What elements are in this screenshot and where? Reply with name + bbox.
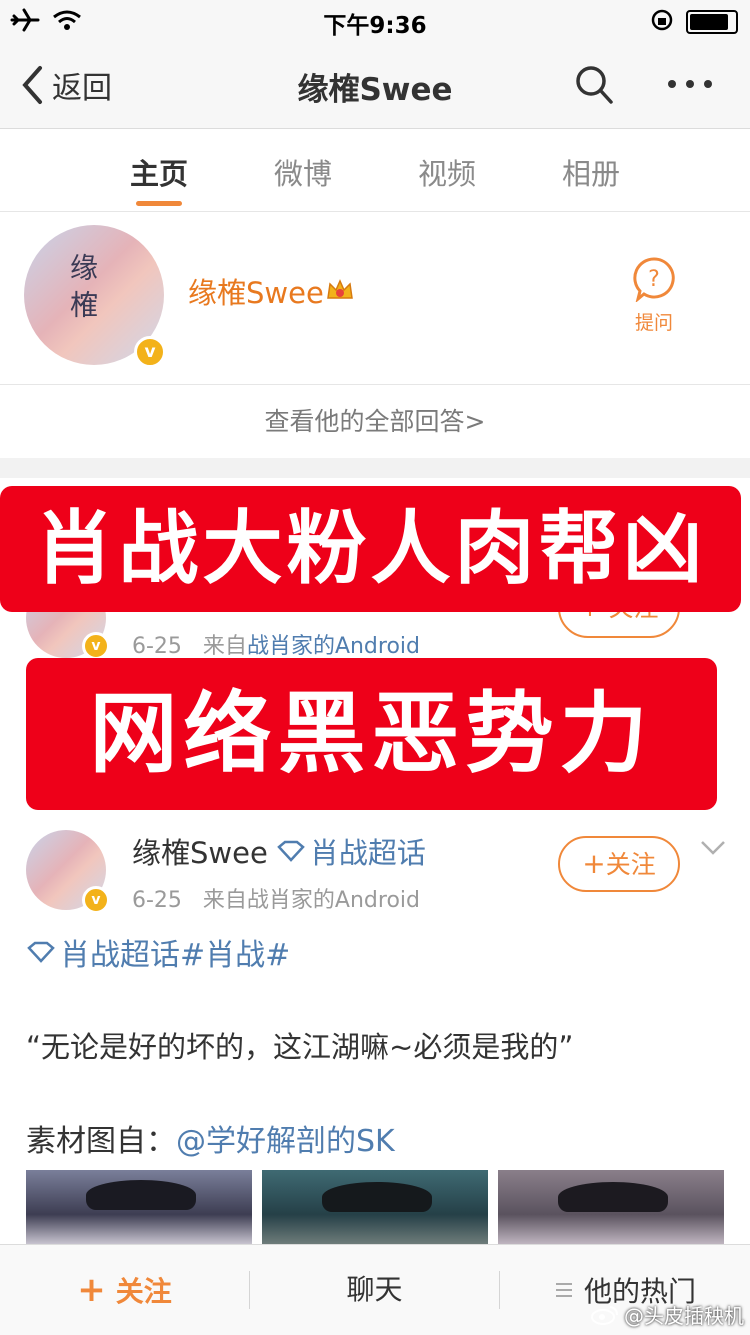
post2-meta: 6-25 来自战肖家的Android xyxy=(132,882,420,914)
bottom-follow-button[interactable]: + 关注 xyxy=(0,1245,249,1335)
post2-credit-user[interactable]: @学好解剖的SK xyxy=(176,1124,395,1159)
post2-credit: 素材图自：@学好解剖的SK xyxy=(26,1116,395,1160)
watermark-text: @头皮插秧机 xyxy=(624,1304,744,1328)
supertopic-diamond-icon xyxy=(27,941,55,963)
tab-video[interactable]: 视频 xyxy=(418,151,476,193)
tab-weibo[interactable]: 微博 xyxy=(274,151,332,193)
tab-album-label: 相册 xyxy=(562,157,621,191)
weibo-logo-icon xyxy=(591,1305,618,1325)
verified-badge: v xyxy=(134,336,166,368)
post2-follow-button[interactable]: +关注 xyxy=(558,836,680,892)
post2-tag-line[interactable]: 肖战超话#肖战# xyxy=(26,930,290,974)
post2-quote: “无论是好的坏的，这江湖嘛~必须是我的” xyxy=(26,1030,574,1064)
post2-date: 6-25 xyxy=(132,888,182,913)
profile-card: 缘 榷 v 缘榷Swee ? 提问 xyxy=(0,212,750,385)
post2-source: 来自战肖家的Android xyxy=(202,888,420,913)
menu-lines-icon xyxy=(555,1283,572,1297)
watermark: @头皮插秧机 xyxy=(590,1300,744,1329)
post1-meta: 6-25 来自战肖家的Android xyxy=(132,628,420,660)
tab-weibo-label: 微博 xyxy=(274,157,333,191)
orientation-lock-icon xyxy=(651,9,673,31)
post1-date: 6-25 xyxy=(132,634,182,659)
question-bubble-icon: ? xyxy=(633,257,675,304)
plus-icon: + xyxy=(582,847,606,880)
wifi-icon xyxy=(53,10,81,30)
post2-tag: 肖战超话#肖战# xyxy=(60,938,291,973)
plus-icon: + xyxy=(77,1270,106,1310)
chevron-left-icon xyxy=(22,66,42,104)
more-icon[interactable] xyxy=(666,78,714,90)
back-label: 返回 xyxy=(52,71,112,106)
post2-username[interactable]: 缘榷Swee xyxy=(132,830,268,872)
search-icon[interactable] xyxy=(574,64,614,106)
post1-source[interactable]: 战肖家的Android xyxy=(247,634,420,659)
battery-icon xyxy=(686,10,738,34)
post2-follow-label: 关注 xyxy=(605,850,656,879)
active-tab-indicator xyxy=(136,201,182,206)
page-title: 缘榷Swee xyxy=(297,72,453,108)
tab-bar: 主页 微博 视频 相册 xyxy=(0,129,750,212)
post1-verified-badge: v xyxy=(82,632,110,660)
post2-photo-1[interactable] xyxy=(26,1170,252,1244)
post2-topic[interactable]: 肖战超话 xyxy=(310,830,426,872)
supertopic-diamond-icon xyxy=(277,840,305,862)
tab-album[interactable]: 相册 xyxy=(562,151,620,193)
bottom-chat-button[interactable]: 聊天 xyxy=(250,1245,499,1335)
tab-home[interactable]: 主页 xyxy=(130,151,188,193)
all-answers-link[interactable]: 查看他的全部回答> xyxy=(0,385,750,458)
status-time: 下午9:36 xyxy=(323,13,427,39)
crown-icon xyxy=(326,279,353,299)
status-bar: 下午9:36 xyxy=(0,0,750,40)
bottom-follow-label: 关注 xyxy=(115,1275,172,1308)
profile-name-row[interactable]: 缘榷Swee xyxy=(188,270,354,312)
banner-bottom: 网络黑恶势力 xyxy=(26,658,717,810)
nav-bar: 返回 缘榷Swee xyxy=(0,40,750,129)
post2-header: 缘榷Swee 肖战超话 xyxy=(132,830,426,872)
airplane-icon xyxy=(10,8,40,32)
avatar-glyphs: 缘 榷 xyxy=(66,253,99,318)
chevron-down-icon[interactable] xyxy=(700,840,726,856)
tab-home-label: 主页 xyxy=(130,157,189,191)
post2-photo-3[interactable] xyxy=(498,1170,724,1244)
back-button[interactable]: 返回 xyxy=(20,60,112,110)
svg-text:?: ? xyxy=(648,267,660,292)
ask-label: 提问 xyxy=(634,312,673,334)
banner-top: 肖战大粉人肉帮凶 xyxy=(0,486,741,612)
post2-photo-2[interactable] xyxy=(262,1170,488,1244)
tab-video-label: 视频 xyxy=(418,157,477,191)
ask-button[interactable]: ? 提问 xyxy=(626,256,682,335)
post1-from: 来自 xyxy=(202,634,247,659)
post2-verified-badge: v xyxy=(82,886,110,914)
post2-credit-label: 素材图自： xyxy=(26,1124,176,1159)
profile-name: 缘榷Swee xyxy=(188,276,324,310)
